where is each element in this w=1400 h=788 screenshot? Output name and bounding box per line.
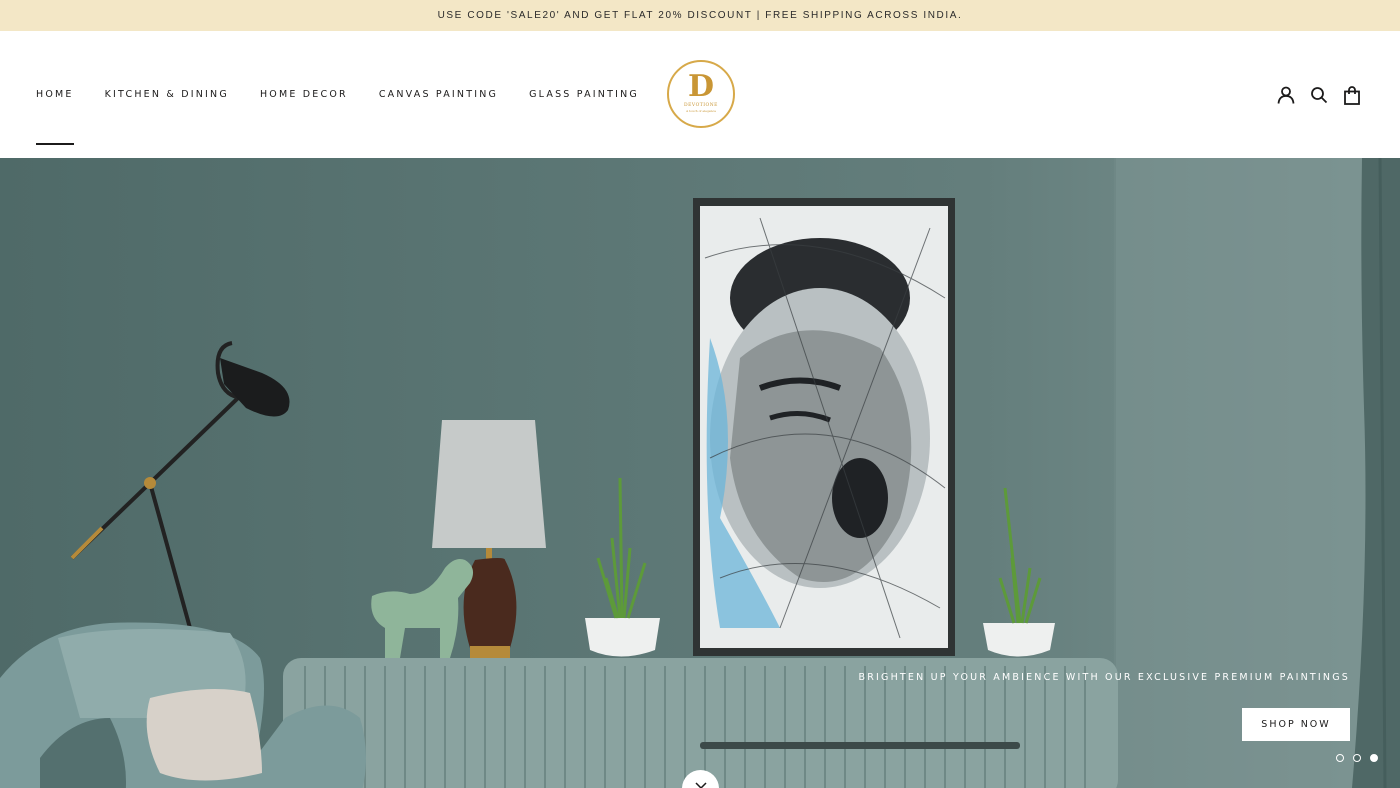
shop-now-button[interactable]: SHOP NOW	[1242, 708, 1350, 741]
nav-item-glass-painting[interactable]: GLASS PAINTING	[529, 89, 639, 100]
cart-icon[interactable]	[1335, 83, 1368, 107]
site-logo[interactable]: D DEVOTIONE A touch of elegance	[667, 60, 735, 128]
nav-item-home-decor[interactable]: HOME DECOR	[260, 89, 348, 100]
announcement-text: USE CODE 'SALE20' AND GET FLAT 20% DISCO…	[437, 10, 963, 21]
nav-item-kitchen-dining[interactable]: KITCHEN & DINING	[105, 89, 229, 100]
main-nav: HOME KITCHEN & DINING HOME DECOR CANVAS …	[36, 31, 670, 158]
logo-monogram: D	[687, 68, 714, 104]
account-icon[interactable]	[1269, 83, 1302, 107]
slideshow-dots	[1336, 754, 1378, 762]
header-icons	[1269, 83, 1368, 107]
announcement-bar: USE CODE 'SALE20' AND GET FLAT 20% DISCO…	[0, 0, 1400, 31]
search-icon[interactable]	[1302, 83, 1335, 107]
hero-caption: BRIGHTEN UP YOUR AMBIENCE WITH OUR EXCLU…	[858, 672, 1350, 683]
logo-brand: DEVOTIONE	[684, 102, 718, 108]
slide-dot-3[interactable]	[1370, 754, 1378, 762]
hero-slideshow: BRIGHTEN UP YOUR AMBIENCE WITH OUR EXCLU…	[0, 158, 1400, 788]
logo-tagline: A touch of elegance	[685, 108, 717, 113]
nav-item-home[interactable]: HOME	[36, 89, 74, 145]
slide-dot-2[interactable]	[1353, 754, 1361, 762]
site-header: HOME KITCHEN & DINING HOME DECOR CANVAS …	[0, 31, 1400, 158]
hero-image	[0, 158, 1400, 788]
chevron-down-icon	[694, 782, 707, 788]
nav-item-canvas-painting[interactable]: CANVAS PAINTING	[379, 89, 498, 100]
slide-dot-1[interactable]	[1336, 754, 1344, 762]
